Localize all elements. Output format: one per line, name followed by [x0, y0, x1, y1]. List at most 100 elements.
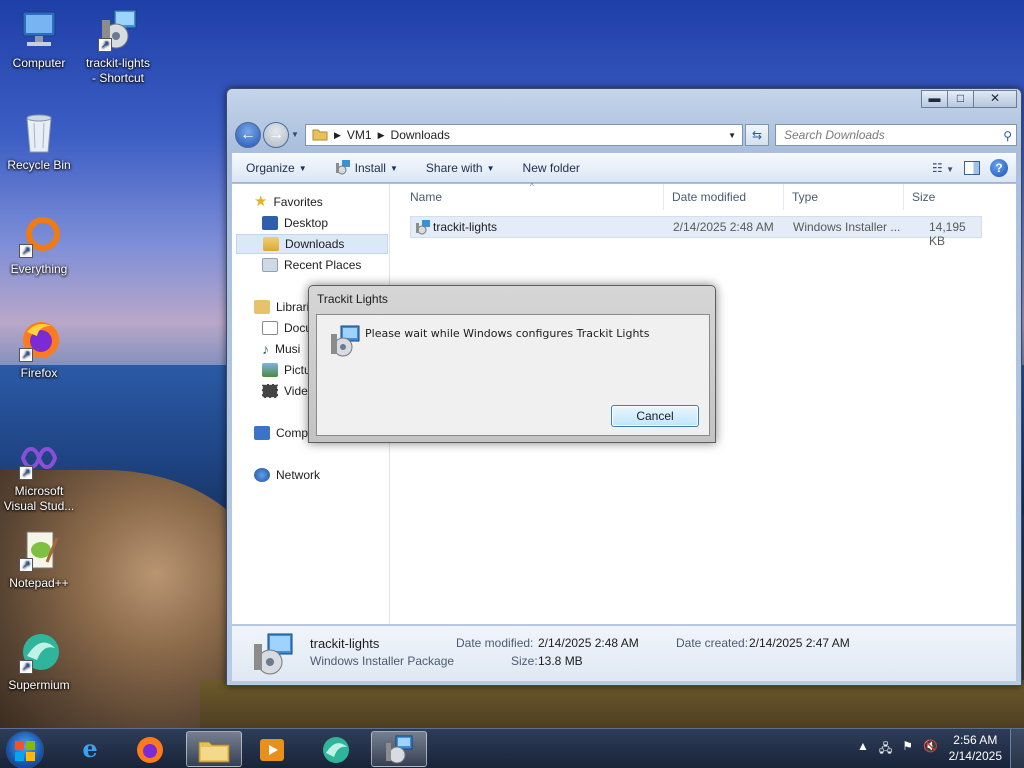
search-input[interactable]: Search Downloads ⚲ [775, 124, 1017, 146]
pictures-icon [262, 363, 278, 377]
details-date-created: 2/14/2025 2:47 AM [749, 636, 850, 650]
dialog-message: Please wait while Windows configures Tra… [365, 327, 650, 340]
desktop-icon-label: Firefox [20, 366, 58, 380]
nav-computer[interactable]: Comp [254, 423, 308, 443]
computer-icon [17, 8, 61, 52]
clock-date: 2/14/2025 [948, 749, 1002, 763]
desktop-icon-label: Notepad++ [9, 576, 69, 590]
firefox-icon [137, 737, 163, 763]
clock-time: 2:56 AM [953, 733, 998, 747]
details-size: 13.8 MB [538, 654, 583, 668]
new-folder-button[interactable]: New folder [509, 161, 594, 175]
documents-icon [262, 321, 278, 335]
nav-desktop[interactable]: Desktop [262, 213, 328, 233]
organize-button[interactable]: Organize ▼ [232, 161, 321, 175]
nav-libraries[interactable]: Librari [254, 297, 309, 317]
taskbar-media-player[interactable] [244, 731, 300, 767]
media-player-icon [260, 739, 284, 761]
share-with-button[interactable]: Share with ▼ [412, 161, 509, 175]
breadcrumb-vm1[interactable]: VM1 [347, 128, 372, 142]
back-button[interactable]: ← [235, 122, 261, 148]
shortcut-arrow-icon: ↗ [19, 348, 33, 362]
taskbar-installer[interactable] [371, 731, 427, 767]
libraries-icon [254, 300, 270, 314]
desktop-icon-trackit-shortcut[interactable]: ↗ trackit-lights - Shortcut [80, 8, 156, 86]
taskbar-file-explorer[interactable] [186, 731, 242, 767]
preview-pane-icon[interactable] [964, 161, 980, 175]
internet-explorer-icon: e [82, 734, 98, 763]
firefox-icon: ↗ [17, 318, 61, 362]
desktop-icon-notepadpp[interactable]: ↗ Notepad++ [1, 528, 77, 591]
taskbar-firefox[interactable] [122, 731, 178, 767]
file-size: 14,195 KB [929, 220, 966, 248]
start-button[interactable] [6, 731, 44, 768]
breadcrumb-arrow-icon[interactable]: ▶ [334, 130, 341, 141]
breadcrumb-downloads[interactable]: Downloads [391, 128, 450, 142]
shortcut-arrow-icon: ↗ [98, 38, 112, 52]
system-tray: ▲ 🖧 ⚑ 🔇 [857, 739, 938, 760]
desktop-icon-label: Computer [12, 56, 66, 70]
address-bar[interactable]: ▶ VM1 ▶ Downloads ▼ [305, 124, 743, 146]
desktop-icon-everything[interactable]: ↗ Everything [1, 214, 77, 277]
file-row[interactable]: trackit-lights 2/14/2025 2:48 AM Windows… [410, 216, 982, 248]
installer-dialog[interactable]: Trackit Lights Please wait while Windows… [308, 285, 716, 443]
window-controls: ▬ □ ✕ [921, 90, 1017, 108]
desktop-icon-computer[interactable]: Computer [1, 8, 77, 71]
taskbar-supermium[interactable] [308, 731, 364, 767]
address-dropdown-icon[interactable]: ▼ [728, 131, 736, 140]
details-size-label: Size: [511, 654, 538, 668]
clock[interactable]: 2:56 AM 2/14/2025 [949, 732, 1002, 764]
breadcrumb-arrow-icon[interactable]: ▶ [378, 130, 385, 141]
folder-icon [312, 127, 328, 144]
supermium-icon [323, 737, 349, 763]
shortcut-arrow-icon: ↗ [19, 558, 33, 572]
action-center-flag-icon[interactable]: ⚑ [902, 739, 913, 760]
notepadpp-icon: ↗ [17, 528, 61, 572]
refresh-button[interactable]: ⇆ [745, 124, 769, 146]
network-tray-icon[interactable]: 🖧 [879, 739, 892, 760]
forward-button[interactable]: → [263, 122, 289, 148]
visual-studio-icon: ↗ [17, 436, 61, 480]
shortcut-arrow-icon: ↗ [19, 466, 33, 480]
desktop-icon [262, 216, 278, 230]
taskbar-internet-explorer[interactable]: e [62, 731, 118, 767]
installer-icon [415, 219, 431, 238]
nav-recent-places[interactable]: Recent Places [262, 255, 361, 275]
view-options-icon[interactable]: ☷ ▼ [932, 161, 954, 175]
nav-pictures[interactable]: Pictu [262, 360, 311, 380]
desktop-icon-supermium[interactable]: ↗ Supermium [1, 630, 77, 693]
recent-pages-chevron-icon[interactable]: ▼ [291, 130, 299, 139]
details-pane: trackit-lights Windows Installer Package… [232, 625, 1016, 681]
column-header-type[interactable]: Type [784, 184, 904, 210]
windows-logo-icon [15, 741, 35, 761]
desktop-icon-label: Everything [10, 262, 68, 276]
installer-icon [335, 159, 351, 178]
nav-videos[interactable]: Video [262, 381, 314, 401]
minimize-button[interactable]: ▬ [921, 90, 948, 108]
desktop-icon-label: Recycle Bin [7, 158, 71, 172]
desktop-icon-visual-studio[interactable]: ↗ Microsoft Visual Stud... [1, 436, 77, 514]
nav-network[interactable]: Network [254, 465, 320, 485]
nav-music[interactable]: ♪ Musi [262, 339, 300, 359]
sort-ascending-icon: ^ [530, 182, 534, 191]
nav-favorites[interactable]: ★ Favorites [254, 192, 323, 212]
close-button[interactable]: ✕ [973, 90, 1017, 108]
nav-documents[interactable]: Docu [262, 318, 312, 338]
maximize-button[interactable]: □ [947, 90, 974, 108]
search-icon[interactable]: ⚲ [1003, 126, 1012, 146]
show-hidden-icons-icon[interactable]: ▲ [857, 739, 869, 760]
cancel-button[interactable]: Cancel [611, 405, 699, 427]
dialog-title: Trackit Lights [317, 292, 388, 306]
desktop-icon-recycle-bin[interactable]: Recycle Bin [1, 110, 77, 173]
desktop-icon-firefox[interactable]: ↗ Firefox [1, 318, 77, 381]
column-header-name[interactable]: Name [392, 184, 664, 210]
install-button[interactable]: Install ▼ [321, 159, 412, 178]
help-icon[interactable]: ? [990, 159, 1008, 177]
nav-downloads[interactable]: Downloads [236, 234, 388, 254]
command-bar: Organize ▼ Install ▼ Share with ▼ New folde… [232, 153, 1016, 183]
file-type: Windows Installer ... [793, 220, 901, 234]
column-header-date-modified[interactable]: Date modified [664, 184, 784, 210]
volume-muted-icon[interactable]: 🔇 [923, 739, 938, 760]
show-desktop-button[interactable] [1010, 729, 1024, 768]
column-header-size[interactable]: Size [904, 184, 984, 210]
